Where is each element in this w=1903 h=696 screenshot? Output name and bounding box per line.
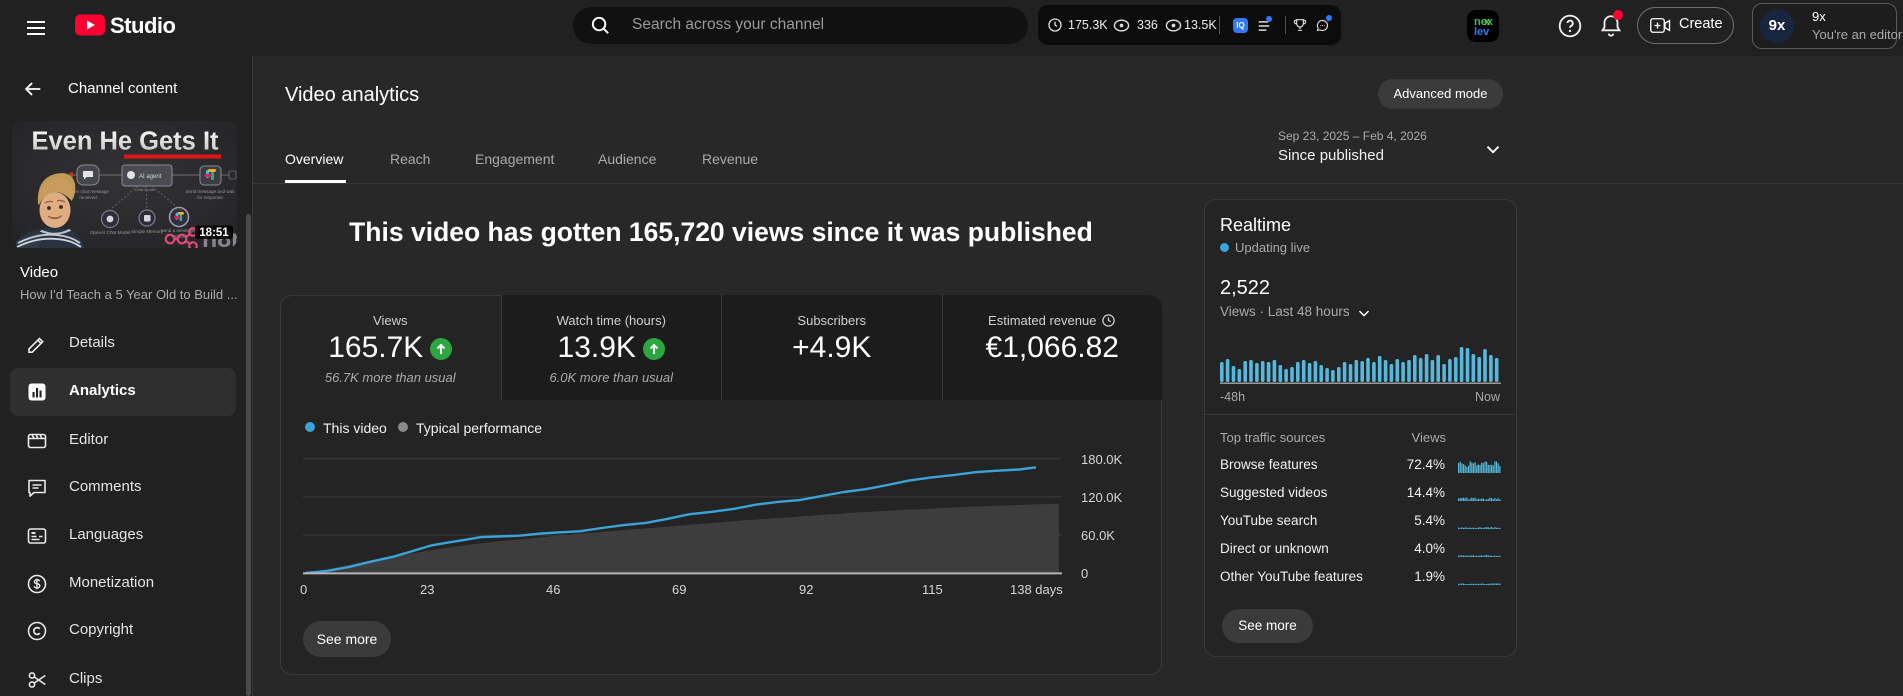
svg-text:x: x xyxy=(1484,16,1491,28)
svg-text:Chat Model: Chat Model xyxy=(135,188,155,192)
svg-text:OpenAI Chat Model: OpenAI Chat Model xyxy=(90,230,130,235)
svg-text:received: received xyxy=(79,195,97,200)
svg-text:18:51: 18:51 xyxy=(199,227,229,239)
svg-text:Even He Gets It: Even He Gets It xyxy=(31,128,219,156)
svg-text:for response: for response xyxy=(197,195,223,200)
svg-text:AI agent: AI agent xyxy=(139,174,162,180)
svg-text:Send message and wait: Send message and wait xyxy=(185,189,235,194)
svg-text:Simple Memory: Simple Memory xyxy=(131,229,164,234)
